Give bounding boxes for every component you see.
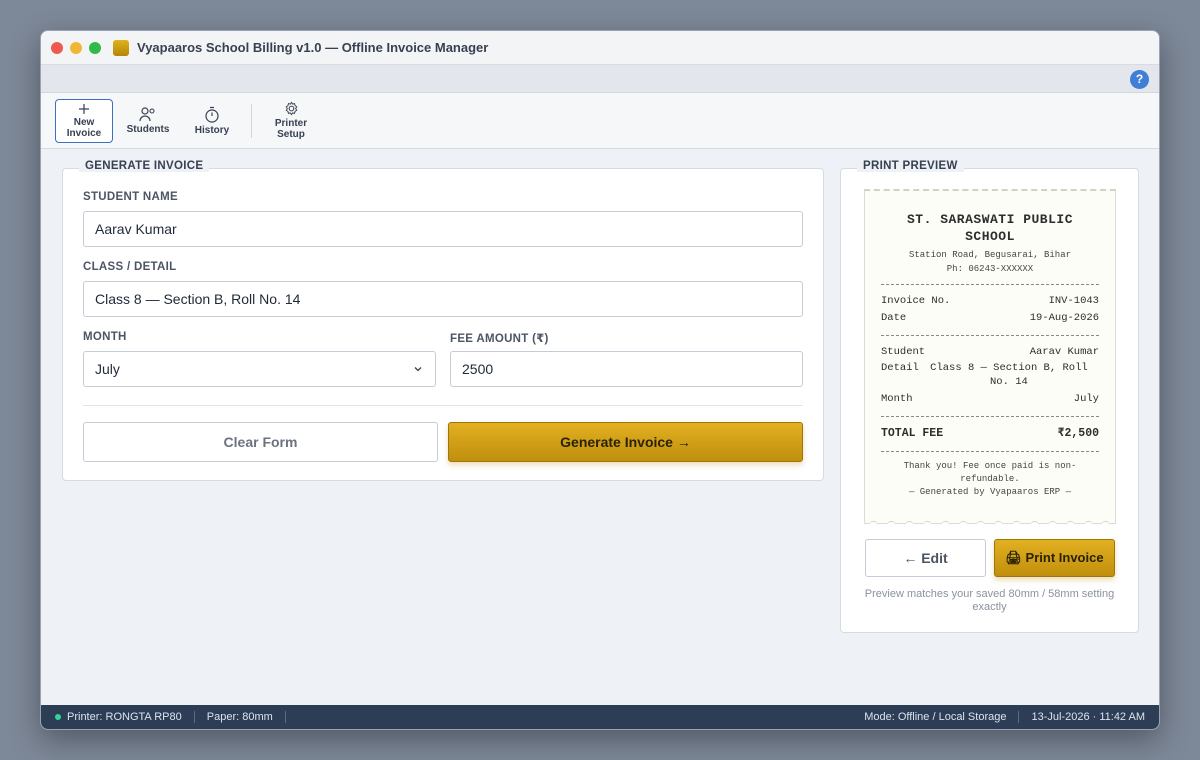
minimize-window-button[interactable] [70, 41, 82, 54]
plus-icon [79, 103, 89, 114]
history-label: History [194, 124, 230, 136]
receipt-total-value: ₹2,500 [1057, 427, 1099, 440]
fee-amount-label: FEE AMOUNT (₹) [450, 333, 549, 345]
printer-setup-button[interactable]: Printer Setup [262, 99, 320, 143]
gear-icon [285, 101, 297, 116]
toolbar-divider [251, 103, 252, 138]
receipt-month-label: Month [881, 393, 913, 405]
receipt-student-value: Aarav Kumar [1029, 346, 1099, 358]
paper-status-value: 80mm [242, 711, 273, 723]
status-separator [1018, 711, 1020, 723]
receipt-detail-row: Detail Class 8 — Section B, Roll No. 14 [881, 361, 1099, 389]
printer-status-label: Printer: [67, 711, 103, 723]
fee-amount-input[interactable]: 2500 [450, 351, 803, 387]
printer-online-indicator [55, 714, 61, 720]
month-label: MONTH [83, 331, 127, 343]
status-separator [193, 711, 195, 723]
chevron-down-icon [414, 367, 422, 372]
receipt-thanks: Thank you! Fee once paid is non-refundab… [903, 461, 1077, 484]
close-window-button[interactable] [51, 41, 63, 54]
receipt-student-label: Student [881, 346, 926, 358]
mode-status: Mode: Offline / Local Storage [864, 711, 1007, 723]
receipt-divider [881, 284, 1099, 285]
student-name-label: STUDENT NAME [83, 191, 178, 203]
users-icon [139, 107, 155, 122]
receipt-address: Station Road, Begusarai, Bihar [908, 250, 1072, 260]
print-invoice-button[interactable]: 🖨 Print Invoice [994, 539, 1115, 577]
window-title: Vyapaaros School Billing v1.0 — Offline … [137, 40, 489, 55]
receipt-invoice-value: INV-1043 [1048, 295, 1099, 307]
preview-note: Preview matches your saved 80mm / 58mm s… [864, 588, 1115, 613]
paper-status-label: Paper: [206, 711, 240, 723]
class-detail-input[interactable]: Class 8 — Section B, Roll No. 14 [83, 281, 803, 317]
students-button[interactable]: Students [119, 99, 177, 143]
toolbar: New Invoice Students History Printer Set… [41, 93, 1159, 149]
month-select[interactable]: July [83, 351, 436, 387]
new-invoice-button[interactable]: New Invoice [55, 98, 113, 143]
paper-status: Paper: 80mm [207, 711, 273, 723]
clear-form-button[interactable]: Clear Form [83, 422, 438, 462]
help-bar: ? [41, 65, 1159, 93]
status-separator [284, 711, 286, 723]
receipt-divider [881, 416, 1099, 417]
printer-status-value: RONGTA RP80 [105, 711, 182, 723]
receipt-month-value: July [1073, 393, 1099, 405]
status-bar: Printer: RONGTA RP80 Paper: 80mm Mode: O… [41, 705, 1159, 729]
app-logo-icon [113, 39, 129, 56]
receipt-school-name: ST. SARASWATI PUBLIC SCHOOL [906, 212, 1074, 244]
receipt-tear-edge [865, 521, 1115, 530]
receipt-invoice-label: Invoice No. [881, 295, 951, 307]
generate-invoice-button[interactable]: Generate Invoice → [448, 422, 803, 462]
edit-button[interactable]: ← Edit [865, 539, 986, 577]
receipt-invoice-row: Invoice No. INV-1043 [881, 293, 1099, 310]
receipt-phone: Ph: 06243-XXXXXX [946, 264, 1034, 274]
new-invoice-label: New Invoice [66, 116, 102, 139]
receipt-total-row: TOTAL FEE ₹2,500 [881, 425, 1099, 443]
help-button[interactable]: ? [1130, 70, 1149, 89]
receipt-month-row: Month July [881, 391, 1099, 408]
history-button[interactable]: History [183, 99, 241, 143]
class-detail-label: CLASS / DETAIL [83, 261, 177, 273]
stopwatch-icon [205, 106, 219, 123]
print-preview-legend: PRINT PREVIEW [857, 160, 964, 172]
printer-status: Printer: RONGTA RP80 [55, 711, 182, 723]
student-name-input[interactable]: Aarav Kumar [83, 211, 803, 247]
generate-invoice-legend: GENERATE INVOICE [79, 160, 210, 172]
students-label: Students [126, 124, 170, 135]
app-window: Vyapaaros School Billing v1.0 — Offline … [40, 30, 1160, 730]
receipt-total-label: TOTAL FEE [881, 427, 944, 440]
receipt-date-row: Date 19-Aug-2026 [881, 310, 1099, 327]
receipt-detail-label: Detail [881, 362, 919, 374]
maximize-window-button[interactable] [89, 41, 101, 54]
receipt-divider [881, 335, 1099, 336]
receipt-divider [881, 451, 1099, 452]
receipt-generated-by: — Generated by Vyapaaros ERP — [908, 487, 1072, 497]
printer-setup-label: Printer Setup [274, 118, 308, 140]
receipt-detail-value: Class 8 — Section B, Roll No. 14 [930, 362, 1088, 388]
generate-invoice-panel: GENERATE INVOICE STUDENT NAME Aarav Kuma… [62, 160, 824, 481]
receipt-student-row: Student Aarav Kumar [881, 344, 1099, 361]
datetime-status: 13-Jul-2026 · 11:42 AM [1031, 711, 1145, 723]
month-select-value: July [95, 361, 120, 377]
receipt-date-value: 19-Aug-2026 [1029, 312, 1099, 324]
receipt-preview: ST. SARASWATI PUBLIC SCHOOL Station Road… [864, 189, 1116, 530]
print-preview-panel: PRINT PREVIEW ST. SARASWATI PUBLIC SCHOO… [840, 160, 1139, 633]
main-area: GENERATE INVOICE STUDENT NAME Aarav Kuma… [41, 149, 1159, 705]
title-bar: Vyapaaros School Billing v1.0 — Offline … [41, 31, 1159, 65]
receipt-date-label: Date [881, 312, 907, 324]
form-divider [83, 405, 803, 406]
